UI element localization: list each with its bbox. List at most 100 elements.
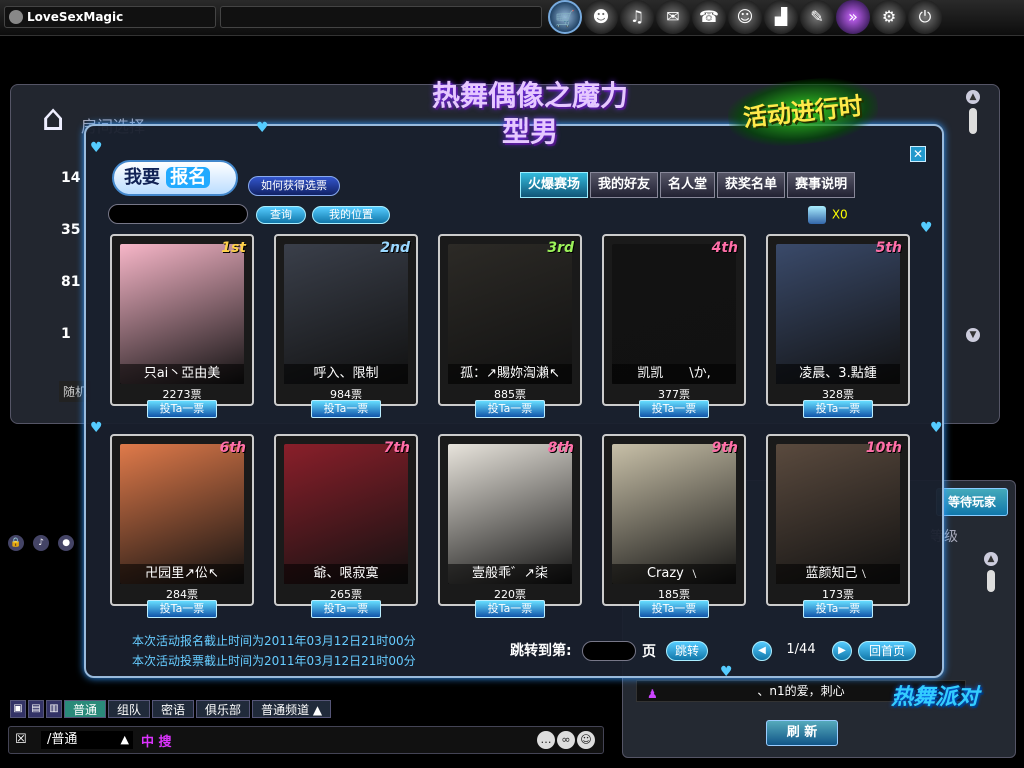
waiting-players-button[interactable]: 等待玩家 — [936, 488, 1008, 516]
contestant-card[interactable]: 4th 凯凯 \か, 377票 — [602, 234, 746, 406]
scroll-down-icon[interactable]: ▼ — [966, 328, 980, 342]
channel-value: /普通 — [47, 732, 78, 747]
search-input[interactable] — [108, 204, 248, 224]
top-toolbar: 🛒 ☻ ♫ ✉ ☎ ☺ ▟ ✎ » ⚙ ⏻ — [548, 0, 942, 36]
chat-tab-whisper[interactable]: 密语 — [152, 700, 195, 718]
tab-hall-of-fame[interactable]: 名人堂 — [660, 172, 716, 198]
page-jump-input[interactable] — [582, 641, 636, 661]
lock-icon[interactable]: 🔒 — [8, 535, 24, 551]
contestant-photo — [612, 244, 736, 384]
close-button[interactable]: ✕ — [910, 146, 926, 162]
refresh-button[interactable]: 刷 新 — [766, 720, 838, 746]
tab-hot-arena[interactable]: 火爆赛场 — [520, 172, 589, 198]
cart-icon[interactable]: 🛒 — [548, 0, 582, 34]
vote-button[interactable]: 投Ta一票 — [311, 400, 381, 418]
username-label: LoveSexMagic — [27, 10, 124, 24]
rank-icon[interactable]: ▟ — [764, 0, 798, 34]
emoji-icon[interactable]: ☺ — [577, 731, 595, 749]
chat-input-text[interactable]: 中 搜 — [141, 731, 172, 750]
rank-badge: 6th — [219, 440, 246, 456]
top-bar: LoveSexMagic 🛒 ☻ ♫ ✉ ☎ ☺ ▟ ✎ » ⚙ ⏻ — [0, 0, 1024, 36]
channel-select[interactable]: /普通 ▲ — [41, 731, 133, 749]
vote-button[interactable]: 投Ta一票 — [803, 600, 873, 618]
contestant-name: Crazy ﹨ — [612, 564, 736, 584]
contestant-card[interactable]: 8th 壹般乖゛↗柒 220票 — [438, 434, 582, 606]
ticket-icon — [808, 206, 826, 224]
top-status-field — [220, 6, 542, 28]
speech-icon[interactable]: … — [537, 731, 555, 749]
scroll-thumb[interactable] — [969, 108, 977, 134]
signup-deadline-notice: 本次活动报名截止时间为2011年03月12日21时00分 — [132, 634, 416, 648]
room-scrollbar[interactable]: ▲ ▼ — [966, 90, 980, 360]
tab-winners[interactable]: 获奖名单 — [717, 172, 786, 198]
chat-tools: … ∞ ☺ — [537, 731, 595, 749]
vote-button[interactable]: 投Ta一票 — [475, 400, 545, 418]
record-icon[interactable]: ● — [58, 535, 75, 551]
signup-button[interactable]: 我要 报名 — [112, 160, 238, 196]
sound-icon[interactable]: ♪ — [33, 535, 50, 551]
rank-badge: 5th — [875, 240, 902, 256]
contestant-photo — [448, 244, 572, 384]
scroll-thumb[interactable] — [987, 570, 995, 592]
contestant-name: 壹般乖゛↗柒 — [448, 564, 572, 584]
vote-button[interactable]: 投Ta一票 — [639, 600, 709, 618]
chat-mode-icon[interactable]: ▤ — [28, 700, 44, 718]
rank-badge: 2nd — [380, 240, 410, 256]
contestant-card[interactable]: 1st 只ai丶亞由美 2273票 — [110, 234, 254, 406]
tab-my-friends[interactable]: 我的好友 — [590, 172, 659, 198]
page-unit-label: 页 — [642, 644, 656, 660]
contestant-card[interactable]: 2nd 呼入、限制 984票 — [274, 234, 418, 406]
friend-icon[interactable]: ☻ — [584, 0, 618, 34]
gift-icon[interactable]: ♫ — [620, 0, 654, 34]
scroll-up-icon[interactable]: ▲ — [984, 552, 998, 566]
vote-button[interactable]: 投Ta一票 — [147, 400, 217, 418]
rank-badge: 9th — [711, 440, 738, 456]
contestant-card[interactable]: 6th 卍园里↗伀↖ 284票 — [110, 434, 254, 606]
chat-tab-normal[interactable]: 普通 — [64, 700, 107, 718]
chat-input-bar[interactable]: ☒ /普通 ▲ 中 搜 … ∞ ☺ — [8, 726, 604, 754]
close-icon[interactable]: ☒ — [15, 732, 27, 747]
chat-lock-icon[interactable]: ▣ — [10, 700, 26, 718]
tab-rules[interactable]: 赛事说明 — [787, 172, 856, 198]
vote-button[interactable]: 投Ta一票 — [639, 400, 709, 418]
search-button[interactable]: 查询 — [256, 206, 306, 224]
scroll-up-icon[interactable]: ▲ — [966, 90, 980, 104]
home-icon[interactable]: ⌂ — [31, 97, 75, 141]
contestant-card[interactable]: 10th 蓝颜知己﹨ 173票 — [766, 434, 910, 606]
group-icon[interactable]: ☺ — [728, 0, 762, 34]
gear-icon[interactable]: ⚙ — [872, 0, 906, 34]
link-icon[interactable]: ∞ — [557, 731, 575, 749]
rank-badge: 3rd — [547, 240, 574, 256]
prev-page-icon[interactable]: ◀ — [752, 641, 772, 661]
player-icon: ♟ — [647, 687, 658, 701]
contestant-card[interactable]: 9th Crazy ﹨ 185票 — [602, 434, 746, 606]
contestant-photo — [612, 444, 736, 584]
player-scrollbar[interactable]: ▲ — [984, 552, 998, 692]
chat-icon[interactable]: ☎ — [692, 0, 726, 34]
chat-tab-channel[interactable]: 普通频道 ▲ — [252, 700, 332, 718]
rank-badge: 7th — [383, 440, 410, 456]
vote-button[interactable]: 投Ta一票 — [475, 600, 545, 618]
my-position-button[interactable]: 我的位置 — [312, 206, 390, 224]
game-logo: 热舞派对 — [890, 685, 979, 710]
contestant-card[interactable]: 7th 爺、哏寂寞 265票 — [274, 434, 418, 606]
vote-button[interactable]: 投Ta一票 — [803, 400, 873, 418]
home-page-button[interactable]: 回首页 — [858, 641, 916, 661]
user-icon — [9, 10, 23, 24]
activity-icon[interactable]: » — [836, 0, 870, 34]
chat-tab-club[interactable]: 俱乐部 — [196, 700, 251, 718]
chat-filter-icon[interactable]: ▥ — [46, 700, 62, 718]
next-page-icon[interactable]: ▶ — [832, 641, 852, 661]
how-to-get-votes-button[interactable]: 如何获得选票 — [248, 176, 340, 196]
vote-button[interactable]: 投Ta一票 — [147, 600, 217, 618]
rank-badge: 8th — [547, 440, 574, 456]
vote-button[interactable]: 投Ta一票 — [311, 600, 381, 618]
power-icon[interactable]: ⏻ — [908, 0, 942, 34]
contestant-card[interactable]: 5th 凌晨、3.點鍾 328票 — [766, 234, 910, 406]
jump-button[interactable]: 跳转 — [666, 641, 708, 661]
heart-icon: ♥ — [256, 120, 269, 136]
ticket-icon[interactable]: ✉ — [656, 0, 690, 34]
contestant-card[interactable]: 3rd 孤：↗賜妳渹瀨↖ 885票 — [438, 234, 582, 406]
note-icon[interactable]: ✎ — [800, 0, 834, 34]
chat-tab-team[interactable]: 组队 — [108, 700, 151, 718]
